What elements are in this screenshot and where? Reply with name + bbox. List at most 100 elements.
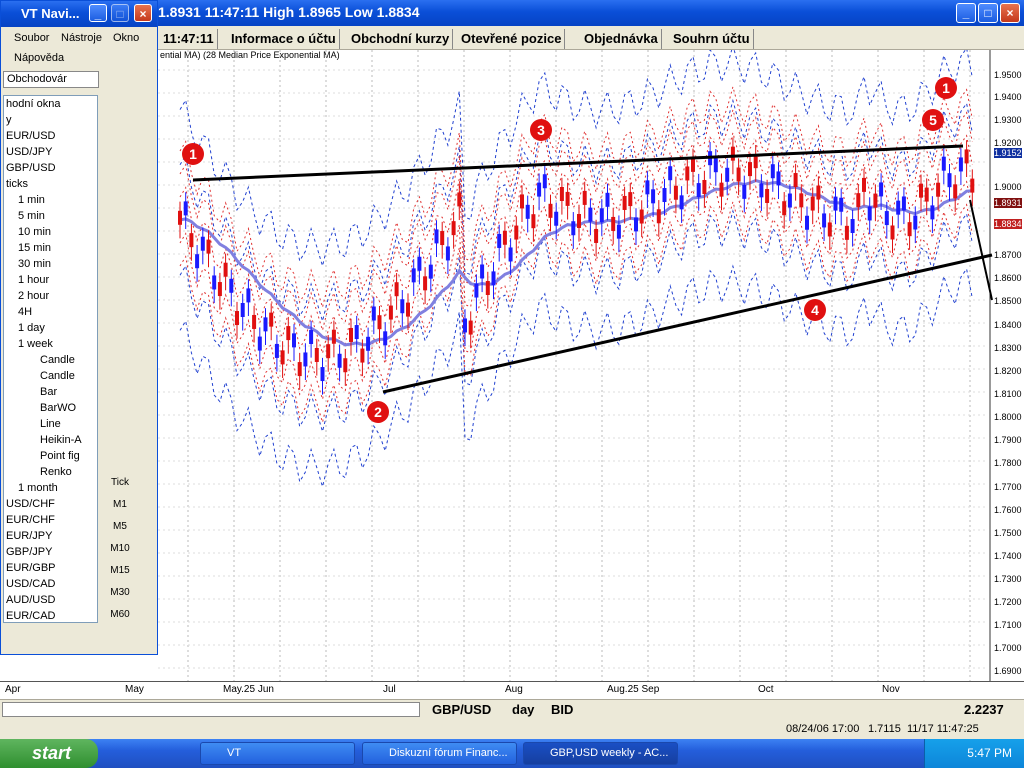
candle-body bbox=[896, 200, 901, 215]
y-label: 1.8834 bbox=[994, 219, 1022, 229]
symbol-tree[interactable]: hodní okna y EUR/USD USD/JPY GBP/USD ticks 1 m… bbox=[3, 95, 98, 623]
tree-item[interactable]: Candle bbox=[4, 352, 97, 368]
tree-item[interactable]: Candle bbox=[4, 368, 97, 384]
x-label: Oct bbox=[758, 684, 774, 695]
tab-summary[interactable]: Souhrn účtu bbox=[670, 29, 754, 49]
tab-order[interactable]: Objednávka bbox=[581, 29, 662, 49]
tree-item[interactable]: 10 min bbox=[4, 224, 97, 240]
price-chart[interactable]: ential MA) (28 Median Price Exponential … bbox=[158, 50, 1024, 700]
candle-body bbox=[223, 262, 228, 277]
candle-body bbox=[679, 195, 684, 210]
candle-body bbox=[827, 222, 832, 237]
candle-body bbox=[257, 336, 262, 351]
tool-m15[interactable]: M15 bbox=[109, 561, 131, 581]
tree-item[interactable]: Point fig bbox=[4, 448, 97, 464]
symbol-select[interactable]: GBP/USD bbox=[432, 701, 491, 719]
tree-item[interactable]: EUR/GBP bbox=[4, 560, 97, 576]
candle-body bbox=[491, 271, 496, 286]
y-label: 1.7000 bbox=[994, 643, 1022, 653]
horizontal-scrollbar[interactable] bbox=[2, 702, 420, 717]
candle-body bbox=[200, 236, 205, 251]
candle-body bbox=[850, 219, 855, 234]
tree-item[interactable]: 1 month bbox=[4, 480, 97, 496]
tree-item[interactable]: Bar bbox=[4, 384, 97, 400]
candle-body bbox=[748, 162, 752, 177]
candle-body bbox=[331, 329, 336, 344]
tree-item[interactable]: EUR/CAD bbox=[4, 608, 97, 622]
panel-tab[interactable]: Obchodovár bbox=[3, 71, 99, 88]
tree-item[interactable]: ticks bbox=[4, 176, 97, 192]
tree-item[interactable]: USD/CAD bbox=[4, 576, 97, 592]
task-forum[interactable]: Diskuzní fórum Financ... bbox=[362, 742, 517, 765]
menu-nastroje[interactable]: Nástroje bbox=[61, 32, 102, 44]
tree-item[interactable]: 15 min bbox=[4, 240, 97, 256]
maximize-button[interactable]: □ bbox=[978, 3, 998, 23]
tree-item[interactable]: 1 min bbox=[4, 192, 97, 208]
tab-account-info[interactable]: Informace o účtu bbox=[228, 29, 340, 49]
candle-body bbox=[514, 225, 519, 240]
wave-marker-label: 3 bbox=[537, 122, 545, 138]
tab-bar: 11:47:11 Informace o účtu Obchodní kurzy… bbox=[158, 26, 1024, 50]
tree-item[interactable]: 2 hour bbox=[4, 288, 97, 304]
tree-item[interactable]: EUR/USD bbox=[4, 128, 97, 144]
candle-body bbox=[394, 282, 399, 297]
tab-quotes[interactable]: Obchodní kurzy bbox=[348, 29, 454, 49]
start-button[interactable]: start bbox=[0, 739, 98, 768]
tree-item[interactable]: BarWO bbox=[4, 400, 97, 416]
tree-item[interactable]: EUR/CHF bbox=[4, 512, 97, 528]
tree-item[interactable]: Renko bbox=[4, 464, 97, 480]
side-select[interactable]: BID bbox=[551, 701, 573, 719]
tool-m5[interactable]: M5 bbox=[109, 517, 131, 537]
tree-item[interactable]: 4H bbox=[4, 304, 97, 320]
tool-m10[interactable]: M10 bbox=[109, 539, 131, 559]
tree-item[interactable]: USD/CHF bbox=[4, 496, 97, 512]
close-button[interactable]: × bbox=[1000, 3, 1020, 23]
menu-napoveda[interactable]: Nápověda bbox=[14, 52, 64, 64]
candle-body bbox=[776, 171, 781, 186]
tree-item[interactable]: Heikin-A bbox=[4, 432, 97, 448]
tool-tick[interactable]: Tick bbox=[109, 473, 131, 493]
candle-body bbox=[958, 157, 963, 172]
candle-body bbox=[189, 233, 194, 248]
tree-item[interactable]: hodní okna bbox=[4, 96, 97, 112]
tree-item[interactable]: 30 min bbox=[4, 256, 97, 272]
tree-item[interactable]: y bbox=[4, 112, 97, 128]
tree-item[interactable]: GBP/JPY bbox=[4, 544, 97, 560]
candle-body bbox=[839, 197, 844, 212]
tab-open-positions[interactable]: Otevřené pozice bbox=[458, 29, 566, 49]
menu-okno[interactable]: Okno bbox=[113, 32, 139, 44]
tree-item[interactable]: Line bbox=[4, 416, 97, 432]
tool-m60[interactable]: M60 bbox=[109, 605, 131, 625]
candle-body bbox=[349, 327, 353, 342]
candle-body bbox=[240, 302, 245, 317]
panel-close-button[interactable]: × bbox=[134, 4, 152, 22]
task-vt[interactable]: VT bbox=[200, 742, 355, 765]
x-label: May bbox=[125, 684, 144, 695]
candle-body bbox=[480, 264, 485, 279]
tree-item[interactable]: AUD/USD bbox=[4, 592, 97, 608]
tree-item[interactable]: 5 min bbox=[4, 208, 97, 224]
tree-item[interactable]: 1 week bbox=[4, 336, 97, 352]
task-chart[interactable]: GBP,USD weekly - AC... bbox=[523, 742, 678, 765]
candle-body bbox=[383, 331, 388, 346]
candle-body bbox=[388, 305, 393, 320]
menu-soubor[interactable]: Soubor bbox=[14, 32, 49, 44]
tree-item[interactable]: 1 day bbox=[4, 320, 97, 336]
minimize-button[interactable]: _ bbox=[956, 3, 976, 23]
tool-m30[interactable]: M30 bbox=[109, 583, 131, 603]
tree-item[interactable]: USD/JPY bbox=[4, 144, 97, 160]
tree-item[interactable]: GBP/USD bbox=[4, 160, 97, 176]
panel-minimize-button[interactable]: _ bbox=[89, 4, 107, 22]
candle-body bbox=[297, 362, 302, 377]
y-label: 1.8931 bbox=[994, 198, 1022, 208]
period-select[interactable]: day bbox=[512, 701, 534, 719]
candle-body bbox=[907, 222, 912, 237]
candle-body bbox=[520, 194, 524, 209]
tree-item[interactable]: EUR/JPY bbox=[4, 528, 97, 544]
panel-maximize-button[interactable]: □ bbox=[111, 4, 129, 22]
tree-item[interactable]: 1 hour bbox=[4, 272, 97, 288]
wave-marker-label: 4 bbox=[811, 302, 819, 318]
candle-body bbox=[502, 230, 507, 245]
y-label: 1.9300 bbox=[994, 115, 1022, 125]
tool-m1[interactable]: M1 bbox=[109, 495, 131, 515]
